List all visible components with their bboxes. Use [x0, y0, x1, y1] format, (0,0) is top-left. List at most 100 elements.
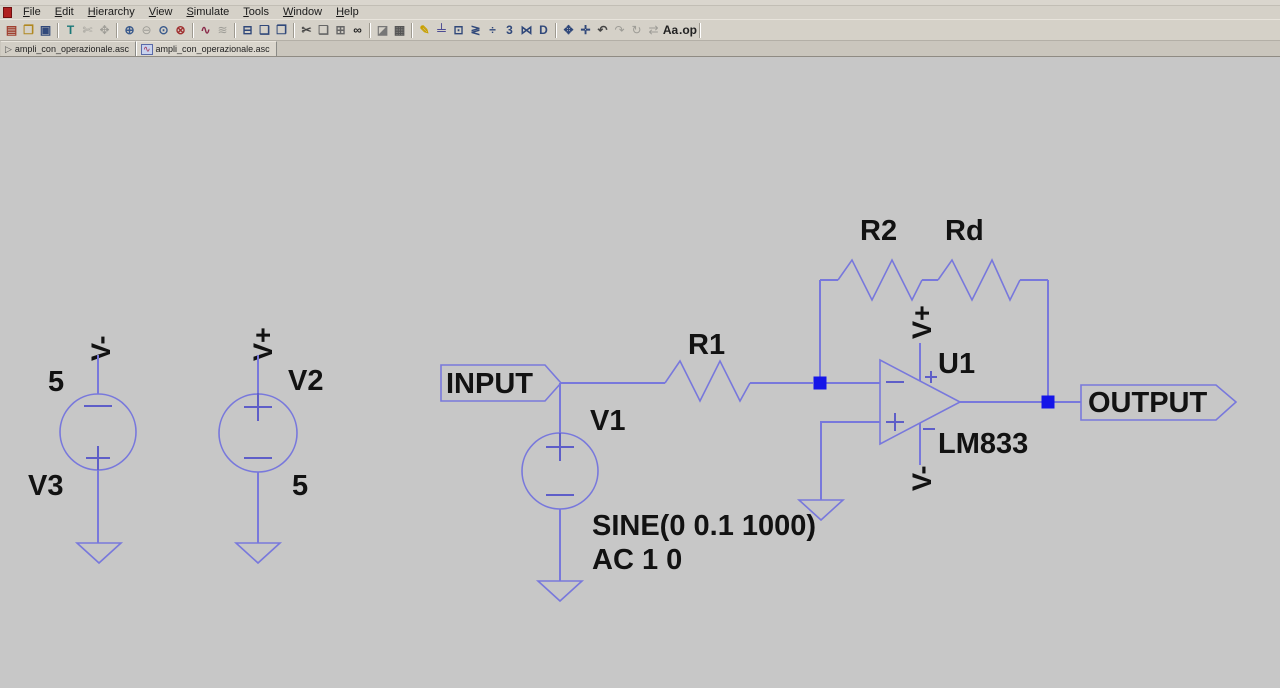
drag-icon[interactable]: ✛ [577, 22, 594, 39]
voltage-source-v1[interactable]: V1 SINE(0 0.1 1000) AC 1 0 [521, 383, 816, 603]
schematic-view-icon[interactable]: ≋ [214, 22, 231, 39]
opamp-name[interactable]: U1 [938, 348, 975, 380]
pan-hand-icon[interactable]: ✥ [96, 22, 113, 39]
toolbar-separator [555, 22, 557, 38]
open-icon[interactable]: ❐ [20, 22, 37, 39]
waveform-viewer-icon[interactable]: ∿ [197, 22, 214, 39]
copy-bitmap-icon[interactable]: ◪ [374, 22, 391, 39]
source-value[interactable]: 5 [48, 366, 64, 398]
undo-icon[interactable]: ↶ [594, 22, 611, 39]
net-label-vplus[interactable]: V+ [248, 327, 278, 361]
voltage-source-v3[interactable]: V- 5 V3 [28, 335, 137, 565]
junction-dot [813, 376, 827, 390]
cut-icon[interactable]: ✂ [298, 22, 315, 39]
zoom-extents-icon[interactable]: ⊙ [155, 22, 172, 39]
resistor-r2[interactable]: R2 [820, 215, 923, 302]
input-port[interactable]: INPUT [440, 364, 563, 402]
ground-icon[interactable]: ╧ [433, 22, 450, 39]
voltage-source-v2[interactable]: V+ V2 5 [218, 327, 323, 565]
tile-windows-icon[interactable]: ⊟ [239, 22, 256, 39]
opamp-model[interactable]: LM833 [938, 428, 1028, 460]
print-icon[interactable]: ▦ [391, 22, 408, 39]
zoom-in-icon[interactable]: ⊕ [121, 22, 138, 39]
ground-symbol[interactable] [74, 542, 124, 565]
net-label-vminus[interactable]: V- [86, 335, 116, 361]
output-port[interactable]: OUTPUT [1080, 384, 1238, 421]
paste-icon[interactable]: ⊞ [332, 22, 349, 39]
resistor-r1[interactable]: R1 [664, 329, 813, 403]
net-label-vplus[interactable]: V+ [907, 305, 937, 339]
menu-item-simulate[interactable]: Simulate [179, 6, 236, 19]
resistor-rd[interactable]: Rd [937, 215, 1048, 302]
ground-symbol[interactable] [535, 580, 585, 603]
toolbar-separator [699, 22, 701, 38]
text-icon[interactable]: Aa [662, 22, 679, 39]
toolbar-separator [234, 22, 236, 38]
tab-bar: ▷ ampli_con_operazionale.asc ∿ ampli_con_op… [0, 41, 1280, 57]
schematic-doc-icon: ▷ [5, 43, 12, 54]
halt-hammer-icon[interactable]: T [62, 22, 79, 39]
source-name[interactable]: V1 [590, 405, 625, 437]
tab-label: ampli_con_operazionale.asc [14, 44, 129, 54]
resistor-symbol[interactable] [664, 359, 751, 403]
menu-item-file[interactable]: File [16, 6, 48, 19]
port-label[interactable]: OUTPUT [1088, 387, 1208, 419]
app-icon [3, 7, 12, 18]
copy-icon[interactable]: ❏ [315, 22, 332, 39]
ground-symbol[interactable] [233, 542, 283, 565]
junction-dot [1041, 395, 1055, 409]
source-value[interactable]: 5 [292, 470, 308, 502]
find-icon[interactable]: ∞ [349, 22, 366, 39]
capacitor-icon[interactable]: ÷ [484, 22, 501, 39]
zoom-redraw-icon[interactable]: ⊗ [172, 22, 189, 39]
resistor-symbol[interactable] [937, 258, 1021, 302]
source-name[interactable]: V2 [288, 365, 323, 397]
cascade-windows-icon[interactable]: ❏ [256, 22, 273, 39]
rotate-icon[interactable]: ↻ [628, 22, 645, 39]
toolbar-separator [369, 22, 371, 38]
menu-bar: File Edit Hierarchy View Simulate Tools Window… [0, 6, 1280, 19]
resistor-name[interactable]: R2 [860, 215, 897, 247]
resistor-name[interactable]: Rd [945, 215, 984, 247]
net-label-vminus[interactable]: V- [907, 465, 937, 491]
save-icon[interactable]: ▣ [37, 22, 54, 39]
resistor-name[interactable]: R1 [688, 329, 725, 361]
move-icon[interactable]: ✥ [560, 22, 577, 39]
plus-mark [546, 433, 574, 461]
toolbar-separator [57, 22, 59, 38]
menu-item-tools[interactable]: Tools [236, 6, 276, 19]
tab-2[interactable]: ∿ ampli_con_operazionale.asc [136, 41, 277, 56]
source-param-sine[interactable]: SINE(0 0.1 1000) [592, 510, 816, 542]
inductor-icon[interactable]: 3 [501, 22, 518, 39]
noninverting-input-mark [886, 413, 904, 431]
source-param-ac[interactable]: AC 1 0 [592, 544, 682, 576]
redo-icon[interactable]: ↷ [611, 22, 628, 39]
source-name[interactable]: V3 [28, 470, 63, 502]
menu-item-help[interactable]: Help [329, 6, 366, 19]
toolbar-separator [192, 22, 194, 38]
toolbar-separator [116, 22, 118, 38]
plus-mark [244, 393, 272, 421]
vplus-pin-mark [925, 371, 937, 383]
resistor-symbol[interactable] [837, 258, 923, 302]
diode-icon[interactable]: ⋈ [518, 22, 535, 39]
menu-item-view[interactable]: View [142, 6, 180, 19]
opamp-u1[interactable]: V+ V- U1 LM833 [879, 305, 1028, 491]
new-schematic-icon[interactable]: ▤ [3, 22, 20, 39]
menu-item-window[interactable]: Window [276, 6, 329, 19]
schematic-canvas[interactable]: V- 5 V3 V+ V2 5 INPUT V1 SINE(0 0.1 1000 [0, 57, 1280, 688]
zoom-out-icon[interactable]: ⊖ [138, 22, 155, 39]
menu-item-hierarchy[interactable]: Hierarchy [81, 6, 142, 19]
port-label[interactable]: INPUT [446, 368, 533, 400]
menu-item-edit[interactable]: Edit [48, 6, 81, 19]
run-icon[interactable]: ✄ [79, 22, 96, 39]
tab-1[interactable]: ▷ ampli_con_operazionale.asc [1, 41, 136, 56]
resistor-icon[interactable]: ≷ [467, 22, 484, 39]
wire[interactable] [820, 421, 880, 500]
mirror-icon[interactable]: ⇄ [645, 22, 662, 39]
net-label-icon[interactable]: ⊡ [450, 22, 467, 39]
component-icon[interactable]: D [535, 22, 552, 39]
cascade-windows-2-icon[interactable]: ❐ [273, 22, 290, 39]
spice-directive-icon[interactable]: .op [679, 22, 697, 39]
wire-pencil-icon[interactable]: ✎ [416, 22, 433, 39]
